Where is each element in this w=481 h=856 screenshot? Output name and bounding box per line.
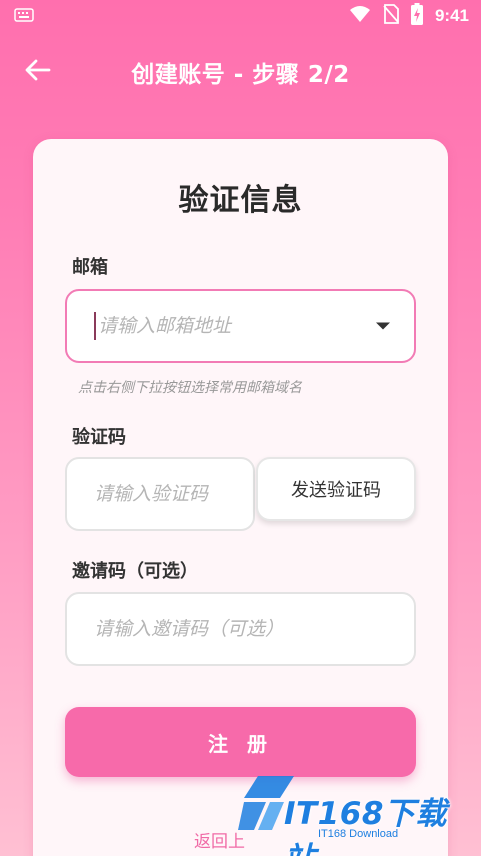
page-title: 创建账号 - 步骤 2/2 — [131, 62, 350, 88]
email-field[interactable] — [65, 289, 416, 363]
invite-label: 邀请码（可选） — [72, 561, 198, 582]
invite-input[interactable] — [94, 618, 414, 640]
status-bar: 9:41 — [0, 0, 481, 32]
watermark: IT168下载站 IT168 Download — [232, 768, 477, 856]
no-sim-icon — [383, 4, 399, 28]
invite-field[interactable] — [65, 592, 416, 666]
code-input[interactable] — [94, 483, 253, 505]
send-code-button[interactable]: 发送验证码 — [256, 457, 416, 521]
register-button[interactable]: 注 册 — [65, 707, 416, 777]
back-button[interactable] — [22, 56, 54, 88]
email-input[interactable] — [98, 315, 414, 337]
watermark-subtext: IT168 Download — [318, 828, 399, 840]
arrow-left-icon — [25, 59, 51, 85]
email-label: 邮箱 — [72, 257, 108, 278]
battery-charging-icon — [410, 3, 423, 29]
verification-card: 验证信息 邮箱 点击右侧下拉按钮选择常用邮箱域名 验证码 发送验证码 邀请码（可… — [33, 139, 448, 856]
wifi-icon — [349, 5, 371, 27]
code-field[interactable] — [65, 457, 255, 531]
code-label: 验证码 — [72, 427, 126, 448]
dropdown-arrow-icon[interactable] — [376, 322, 390, 330]
card-title: 验证信息 — [178, 183, 303, 218]
app-header: 创建账号 - 步骤 2/2 — [0, 50, 481, 94]
status-time: 9:41 — [434, 6, 469, 25]
email-hint: 点击右侧下拉按钮选择常用邮箱域名 — [78, 380, 302, 396]
keyboard-icon — [14, 7, 34, 26]
watermark-text: IT168下载站 — [284, 796, 447, 856]
text-caret — [94, 312, 96, 340]
